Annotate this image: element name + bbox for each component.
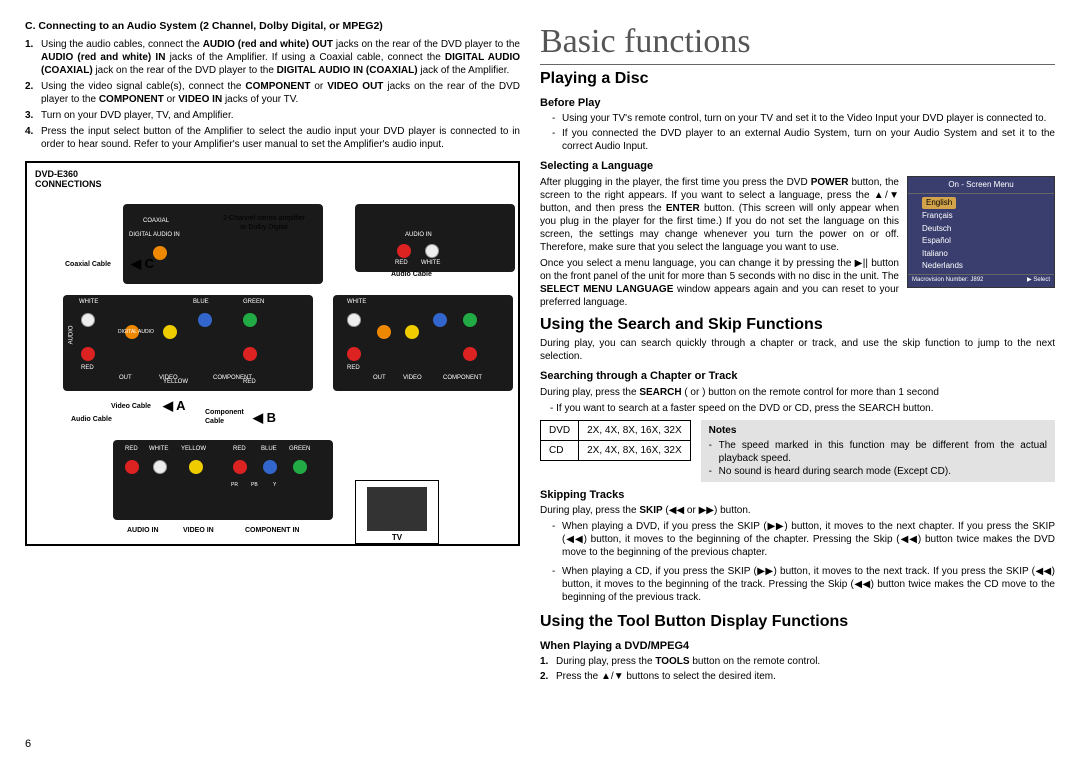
dvd-back-2: WHITE RED VIDEO OUT COMPONENT — [333, 295, 513, 391]
notes-box: Notes -The speed marked in this function… — [701, 420, 1055, 482]
component-cable-label: Component Cable — [205, 408, 255, 426]
skipping-tracks-title: Skipping Tracks — [540, 488, 1055, 502]
search-chapter-p2: - If you want to search at a faster spee… — [540, 402, 1055, 415]
tool-steps: 1. During play, press the TOOLS button o… — [540, 655, 1055, 683]
before-play-title: Before Play — [540, 96, 1055, 110]
step-4: 4. Press the input select button of the … — [25, 125, 520, 151]
page-number: 6 — [25, 737, 31, 751]
search-chapter-title: Searching through a Chapter or Track — [540, 369, 1055, 383]
dvd-back-1: WHITE BLUE GREEN RED AUDIO DIGITAL AUDIO… — [63, 295, 313, 391]
video-cable-label: Video Cable — [111, 402, 151, 411]
coaxial-cable-label: Coaxial Cable — [65, 260, 111, 269]
before-play-list: -Using your TV's remote control, turn on… — [540, 112, 1055, 153]
basic-functions-title: Basic functions — [540, 20, 1055, 65]
audio-in-label: AUDIO IN — [127, 526, 159, 535]
playing-a-disc-title: Playing a Disc — [540, 69, 1055, 90]
connection-steps: 1. Using the audio cables, connect the A… — [25, 38, 520, 151]
audio-cable-label-2: Audio Cable — [71, 415, 112, 424]
tool-button-title: Using the Tool Button Display Functions — [540, 612, 1055, 633]
osd-menu: On - Screen Menu English Français Deutsc… — [907, 176, 1055, 289]
search-skip-title: Using the Search and Skip Functions — [540, 315, 1055, 336]
search-chapter-p1: During play, press the SEARCH ( or ) but… — [540, 386, 1055, 399]
skipping-tracks-intro: During play, press the SKIP (◀◀ or ▶▶) b… — [540, 504, 1055, 517]
skip-bullets: -When playing a DVD, if you press the SK… — [540, 520, 1055, 604]
diagram-header: DVD-E360 CONNECTIONS — [35, 169, 510, 191]
right-column: Basic functions Playing a Disc Before Pl… — [540, 20, 1055, 751]
selecting-language-title: Selecting a Language — [540, 159, 1055, 173]
connection-diagram: DVD-E360 CONNECTIONS COAXIAL DIGITAL AUD… — [25, 161, 520, 546]
tool-sub-title: When Playing a DVD/MPEG4 — [540, 639, 1055, 653]
amplifier-2: AUDIO IN RED WHITE — [355, 204, 515, 272]
diagram-body: COAXIAL DIGITAL AUDIO IN 2-Channel stere… — [35, 190, 510, 555]
step-1: 1. Using the audio cables, connect the A… — [25, 38, 520, 77]
left-column: C. Connecting to an Audio System (2 Chan… — [25, 20, 520, 751]
audio-cable-label-1: Audio Cable — [391, 270, 432, 279]
component-in-label: COMPONENT IN — [245, 526, 299, 535]
arrow-b: ◀ B — [253, 410, 276, 427]
arrow-a: ◀ A — [163, 398, 186, 415]
speed-table: DVD 2X, 4X, 8X, 16X, 32X CD 2X, 4X, 8X, … — [540, 420, 691, 461]
step-2: 2. Using the video signal cable(s), conn… — [25, 80, 520, 106]
video-in-label: VIDEO IN — [183, 526, 214, 535]
step-3: 3. Turn on your DVD player, TV, and Ampl… — [25, 109, 520, 122]
search-intro: During play, you can search quickly thro… — [540, 337, 1055, 363]
section-c-title: C. Connecting to an Audio System (2 Chan… — [25, 20, 520, 34]
tv-box: TV — [355, 480, 439, 544]
receiver-back: RED WHITE YELLOW RED BLUE GREEN PB PR Y — [113, 440, 333, 520]
arrow-c: ◀ C — [131, 256, 154, 273]
